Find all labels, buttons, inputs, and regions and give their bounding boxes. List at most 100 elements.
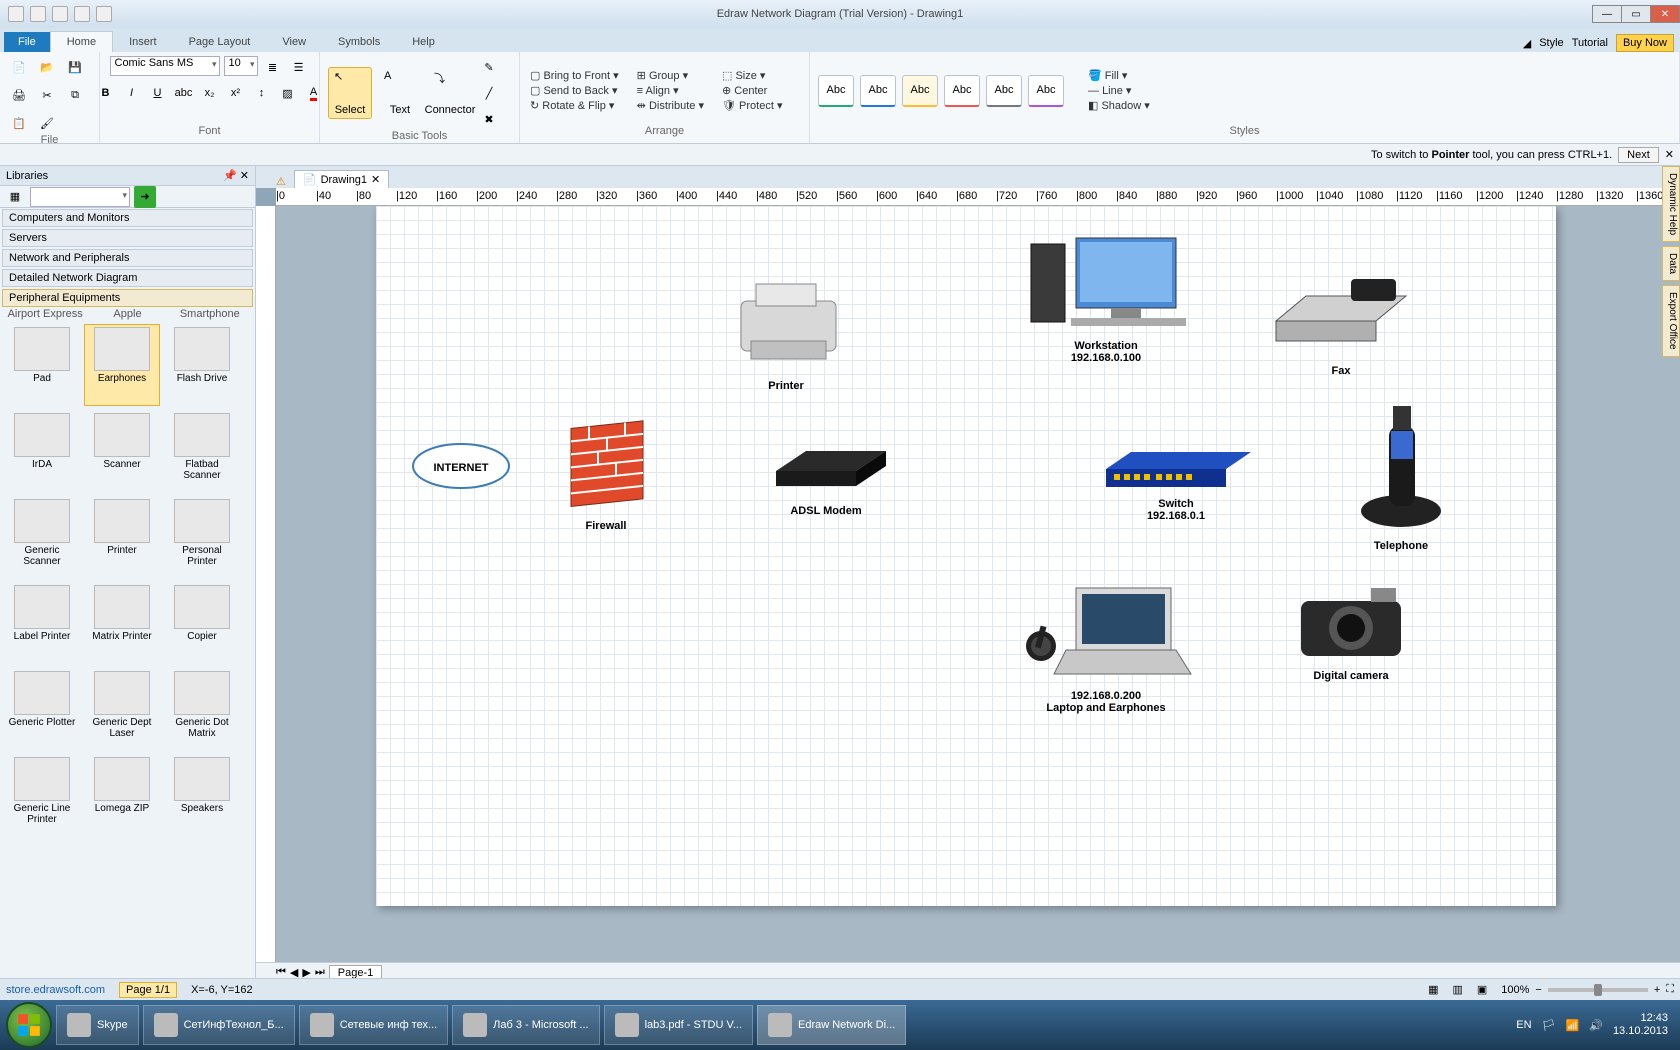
- shape-personal-printer[interactable]: Personal Printer: [164, 496, 240, 578]
- italic-icon[interactable]: I: [121, 82, 143, 104]
- qat-save-icon[interactable]: [8, 6, 24, 22]
- align-btn[interactable]: ≡ Align ▾: [635, 84, 706, 97]
- link-style[interactable]: Style: [1539, 37, 1563, 49]
- taskbar-app[interactable]: Edraw Network Di...: [757, 1005, 906, 1045]
- qat-redo-icon[interactable]: [52, 6, 68, 22]
- shape-printer[interactable]: Printer: [84, 496, 160, 578]
- line-tool-icon[interactable]: ╱: [478, 82, 500, 104]
- tray-flag-icon[interactable]: 🏳: [1542, 1019, 1556, 1032]
- style-preset-6[interactable]: Abc: [1028, 75, 1064, 107]
- save-icon[interactable]: 💾: [64, 56, 86, 78]
- canvas-viewport[interactable]: INTERNET Firewall: [256, 206, 1680, 962]
- style-preset-1[interactable]: Abc: [818, 75, 854, 107]
- close-button[interactable]: ✕: [1650, 5, 1680, 23]
- rail-data[interactable]: Data: [1662, 246, 1680, 281]
- drawing-page[interactable]: INTERNET Firewall: [376, 206, 1556, 906]
- lib-icon-view[interactable]: ▦: [4, 186, 26, 208]
- libcat-peripheral[interactable]: Peripheral Equipments: [2, 289, 253, 307]
- line-dropdown[interactable]: — Line ▾: [1086, 84, 1152, 97]
- new-icon[interactable]: 📄: [8, 56, 30, 78]
- tray-sound-icon[interactable]: 🔊: [1589, 1019, 1603, 1032]
- shape-scanner[interactable]: Scanner: [84, 410, 160, 492]
- rail-export[interactable]: Export Office: [1662, 285, 1680, 357]
- libcat-servers[interactable]: Servers: [2, 229, 253, 247]
- tab-view[interactable]: View: [266, 32, 322, 52]
- paste-icon[interactable]: 📋: [8, 112, 30, 134]
- tab-page-layout[interactable]: Page Layout: [173, 32, 267, 52]
- subscript-icon[interactable]: x₂: [199, 82, 221, 104]
- cut-icon[interactable]: ✂: [36, 84, 58, 106]
- libcat-computers[interactable]: Computers and Monitors: [2, 209, 253, 227]
- zoom-slider[interactable]: [1548, 988, 1648, 992]
- format-painter-icon[interactable]: 🖌: [36, 112, 58, 134]
- taskbar-app[interactable]: Сетевые инф тех...: [299, 1005, 448, 1045]
- shape-generic-scanner[interactable]: Generic Scanner: [4, 496, 80, 578]
- style-preset-4[interactable]: Abc: [944, 75, 980, 107]
- shape-generic-dept-laser[interactable]: Generic Dept Laser: [84, 668, 160, 750]
- erase-icon[interactable]: ✖: [478, 108, 500, 130]
- node-firewall[interactable]: Firewall: [556, 406, 656, 532]
- fill-dropdown[interactable]: 🪣 Fill ▾: [1086, 69, 1152, 82]
- panel-pin-icon[interactable]: 📌 ✕: [223, 169, 249, 182]
- tray-network-icon[interactable]: 📶: [1566, 1019, 1580, 1032]
- shape-matrix-printer[interactable]: Matrix Printer: [84, 582, 160, 664]
- taskbar-app[interactable]: СетИнфТехнол_Б...: [143, 1005, 295, 1045]
- node-camera[interactable]: Digital camera: [1286, 576, 1416, 682]
- shape-irda[interactable]: IrDA: [4, 410, 80, 492]
- copy-icon[interactable]: ⧉: [64, 84, 86, 106]
- group-btn[interactable]: ⊞ Group ▾: [635, 69, 706, 82]
- node-telephone[interactable]: Telephone: [1351, 396, 1451, 552]
- shape-generic-dot-matrix[interactable]: Generic Dot Matrix: [164, 668, 240, 750]
- bold-icon[interactable]: B: [95, 82, 117, 104]
- libcat-detailed[interactable]: Detailed Network Diagram: [2, 269, 253, 287]
- node-modem[interactable]: ADSL Modem: [756, 421, 896, 517]
- file-tab[interactable]: File: [4, 32, 50, 52]
- style-preset-5[interactable]: Abc: [986, 75, 1022, 107]
- tab-insert[interactable]: Insert: [113, 32, 173, 52]
- font-size-combo[interactable]: 10: [224, 56, 258, 76]
- hint-close-icon[interactable]: ✕: [1665, 148, 1674, 161]
- style-preset-3[interactable]: Abc: [902, 75, 938, 107]
- shape-generic-line-printer[interactable]: Generic Line Printer: [4, 754, 80, 836]
- taskbar-app[interactable]: lab3.pdf - STDU V...: [604, 1005, 753, 1045]
- shape-generic-plotter[interactable]: Generic Plotter: [4, 668, 80, 750]
- taskbar-app[interactable]: Лаб 3 - Microsoft ...: [452, 1005, 599, 1045]
- shape-speakers[interactable]: Speakers: [164, 754, 240, 836]
- status-url[interactable]: store.edrawsoft.com: [6, 984, 105, 996]
- strike-icon[interactable]: abc: [173, 82, 195, 104]
- node-laptop[interactable]: 192.168.0.200 Laptop and Earphones: [1016, 576, 1196, 714]
- shape-label-printer[interactable]: Label Printer: [4, 582, 80, 664]
- distribute-btn[interactable]: ⇹ Distribute ▾: [635, 99, 706, 112]
- highlight-icon[interactable]: ▨: [277, 82, 299, 104]
- shadow-dropdown[interactable]: ◧ Shadow ▾: [1086, 99, 1152, 112]
- start-button[interactable]: [6, 1002, 52, 1048]
- link-tutorial[interactable]: Tutorial: [1572, 37, 1608, 49]
- font-name-combo[interactable]: Comic Sans MS: [110, 56, 220, 76]
- node-switch[interactable]: Switch 192.168.0.1: [1096, 444, 1256, 522]
- alert-icon[interactable]: ⚠: [276, 175, 286, 188]
- pencil-icon[interactable]: ✎: [478, 56, 500, 78]
- protect-btn[interactable]: 🛡 Protect ▾: [720, 99, 784, 112]
- buy-now-button[interactable]: Buy Now: [1616, 34, 1674, 52]
- tab-home[interactable]: Home: [50, 31, 113, 52]
- bring-to-front[interactable]: ▢ Bring to Front ▾: [528, 69, 621, 82]
- select-tool[interactable]: ↖ Select: [328, 67, 372, 119]
- superscript-icon[interactable]: x²: [225, 82, 247, 104]
- open-icon[interactable]: 📂: [36, 56, 58, 78]
- zoom-out-icon[interactable]: −: [1535, 984, 1541, 996]
- shape-copier[interactable]: Copier: [164, 582, 240, 664]
- maximize-button[interactable]: ▭: [1621, 5, 1651, 23]
- connector-tool[interactable]: ⤵ Connector: [428, 67, 472, 119]
- zoom-in-icon[interactable]: +: [1654, 984, 1660, 996]
- tray-lang[interactable]: EN: [1516, 1019, 1531, 1031]
- tab-help[interactable]: Help: [396, 32, 451, 52]
- node-internet[interactable]: INTERNET: [406, 436, 516, 500]
- style-preset-2[interactable]: Abc: [860, 75, 896, 107]
- print-icon[interactable]: 🖨: [8, 84, 30, 106]
- center-btn[interactable]: ⊕ Center: [720, 84, 784, 97]
- lib-search[interactable]: [30, 187, 130, 207]
- shape-flash-drive[interactable]: Flash Drive: [164, 324, 240, 406]
- lib-go-icon[interactable]: ➜: [134, 186, 156, 208]
- rotate-flip[interactable]: ↻ Rotate & Flip ▾: [528, 99, 621, 112]
- doc-tab-drawing1[interactable]: 📄 Drawing1 ✕: [294, 170, 389, 188]
